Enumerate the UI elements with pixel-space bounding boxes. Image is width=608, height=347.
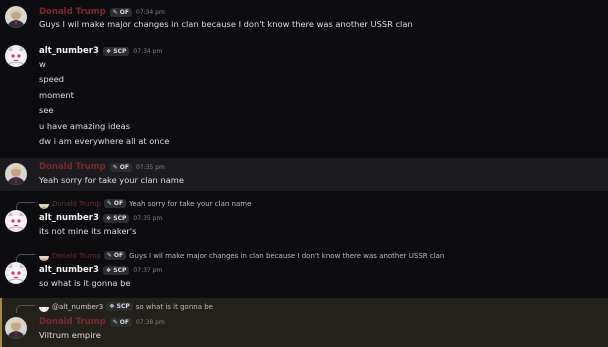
reply-preview[interactable]: Donald Trump ✎ OF Yeah sorry for take you… bbox=[39, 198, 251, 209]
message-header: Donald Trump ✎ OF 07:34 pm bbox=[39, 6, 165, 18]
message-text: see bbox=[39, 105, 54, 115]
pencil-icon: ✎ bbox=[106, 252, 112, 259]
username[interactable]: Donald Trump bbox=[39, 162, 106, 172]
pencil-icon: ✎ bbox=[112, 318, 118, 326]
clan-tag: ✎ OF bbox=[103, 251, 127, 260]
message-header: alt_number3 ❖ SCP 07:35 pm bbox=[39, 212, 162, 224]
diamond-icon: ❖ bbox=[105, 47, 112, 55]
message-header: Donald Trump ✎ OF 07:35 pm bbox=[39, 161, 165, 173]
reply-spine bbox=[16, 202, 35, 210]
clan-tag[interactable]: ❖ SCP bbox=[102, 46, 130, 56]
avatar bbox=[39, 251, 49, 261]
avatar[interactable] bbox=[5, 163, 27, 185]
username[interactable]: alt_number3 bbox=[39, 265, 99, 275]
pencil-icon: ✎ bbox=[112, 163, 118, 171]
message-group: Donald Trump ✎ OF Guys I wil make major c… bbox=[0, 248, 608, 294]
message-text: speed bbox=[39, 74, 65, 84]
diamond-icon: ❖ bbox=[105, 214, 112, 222]
clan-tag[interactable]: ✎ OF bbox=[109, 317, 132, 327]
username[interactable]: alt_number3 bbox=[39, 213, 99, 223]
message-text: Guys I wil make major changes in clan be… bbox=[39, 19, 413, 29]
reply-preview[interactable]: @alt_number3 ❖ SCP so what is it gonna be bbox=[39, 301, 213, 312]
message-header: Donald Trump ✎ OF 07:38 pm bbox=[39, 316, 165, 328]
message-text: moment bbox=[39, 90, 74, 100]
reply-spine bbox=[16, 305, 35, 313]
message-group: Donald Trump ✎ OF 07:35 pm Yeah sorry for… bbox=[0, 158, 608, 191]
message-text: Viltrum empire bbox=[39, 330, 101, 340]
message-text: its not mine its maker's bbox=[39, 226, 137, 236]
clan-tag[interactable]: ❖ SCP bbox=[102, 265, 130, 275]
pencil-icon: ✎ bbox=[106, 200, 112, 207]
avatar[interactable] bbox=[5, 45, 27, 67]
timestamp: 07:34 pm bbox=[133, 47, 163, 55]
reply-text: so what is it gonna be bbox=[135, 302, 213, 311]
diamond-icon: ❖ bbox=[105, 266, 112, 274]
avatar bbox=[39, 302, 49, 312]
clan-tag[interactable]: ❖ SCP bbox=[102, 213, 130, 223]
reply-username[interactable]: @alt_number3 bbox=[52, 303, 103, 311]
username[interactable]: Donald Trump bbox=[39, 7, 106, 17]
message-group-mention: @alt_number3 ❖ SCP so what is it gonna be… bbox=[0, 298, 608, 347]
timestamp: 07:35 pm bbox=[133, 214, 163, 222]
diamond-icon: ❖ bbox=[109, 303, 115, 310]
avatar bbox=[39, 199, 49, 209]
avatar[interactable] bbox=[5, 6, 27, 28]
message-text: u have amazing ideas bbox=[39, 121, 131, 131]
reply-preview[interactable]: Donald Trump ✎ OF Guys I wil make major c… bbox=[39, 250, 444, 261]
message-text: so what is it gonna be bbox=[39, 278, 131, 288]
message-text: Yeah sorry for take your clan name bbox=[39, 175, 184, 185]
reply-username[interactable]: Donald Trump bbox=[52, 200, 101, 208]
message-group: Donald Trump ✎ OF 07:34 pm Guys I wil mak… bbox=[0, 0, 608, 34]
clan-tag[interactable]: ✎ OF bbox=[109, 162, 132, 172]
timestamp: 07:35 pm bbox=[135, 163, 165, 171]
message-header: alt_number3 ❖ SCP 07:37 pm bbox=[39, 264, 162, 276]
pencil-icon: ✎ bbox=[112, 8, 118, 16]
reply-text: Guys I wil make major changes in clan be… bbox=[129, 251, 445, 260]
reply-username[interactable]: Donald Trump bbox=[52, 252, 101, 260]
username[interactable]: alt_number3 bbox=[39, 46, 99, 56]
message-group: alt_number3 ❖ SCP 07:34 pm w speed moment… bbox=[0, 40, 608, 150]
avatar[interactable] bbox=[5, 317, 27, 339]
avatar[interactable] bbox=[5, 210, 27, 232]
avatar[interactable] bbox=[5, 262, 27, 284]
message-group: Donald Trump ✎ OF Yeah sorry for take you… bbox=[0, 196, 608, 242]
clan-tag: ❖ SCP bbox=[106, 302, 133, 311]
reply-spine bbox=[16, 254, 35, 262]
timestamp: 07:38 pm bbox=[135, 318, 165, 326]
message-text: w bbox=[39, 59, 46, 69]
username[interactable]: Donald Trump bbox=[39, 317, 106, 327]
message-header: alt_number3 ❖ SCP 07:34 pm bbox=[39, 45, 162, 57]
timestamp: 07:34 pm bbox=[135, 8, 165, 16]
mention-indicator bbox=[0, 298, 2, 347]
message-text: dw i am everywhere all at once bbox=[39, 136, 170, 146]
clan-tag: ✎ OF bbox=[103, 199, 127, 208]
reply-text: Yeah sorry for take your clan name bbox=[129, 199, 252, 208]
timestamp: 07:37 pm bbox=[133, 266, 163, 274]
clan-tag[interactable]: ✎ OF bbox=[109, 7, 132, 17]
